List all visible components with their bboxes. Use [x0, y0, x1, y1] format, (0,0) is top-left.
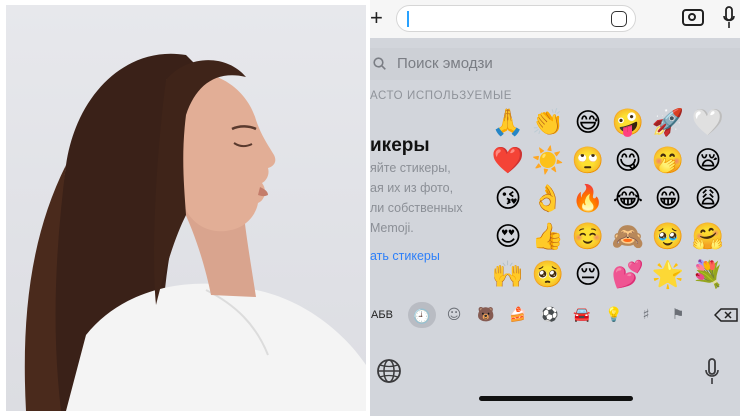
emoji-key[interactable]: 😪 [688, 142, 728, 180]
bulb-icon[interactable]: 💡 [600, 300, 628, 330]
message-bar: + [370, 0, 740, 38]
emoji-key[interactable]: 🤪 [608, 104, 648, 142]
globe-icon[interactable] [376, 358, 402, 384]
emoji-search[interactable]: Поиск эмодзи [370, 48, 740, 80]
emoji-key[interactable]: 🚀 [648, 104, 688, 142]
bear-icon[interactable]: 🐻 [472, 300, 500, 330]
emoji-key[interactable]: 👌 [528, 180, 568, 218]
ball-icon[interactable]: ⚽ [536, 300, 564, 330]
search-icon [373, 57, 386, 70]
symbols-icon[interactable]: ♯ [632, 300, 660, 330]
emoji-grid: 🙏 👏 😅 🤪 🚀 🤍 ❤️ ☀️ 🙄 😋 🤭 😪 😘 👌 🔥 😂 😁 😩 😍 … [488, 104, 728, 292]
camera-icon[interactable] [682, 9, 704, 26]
emoji-key[interactable]: ☺️ [568, 218, 608, 256]
car-icon[interactable]: 🚘 [568, 300, 596, 330]
smiley-icon[interactable]: ☺ [440, 300, 468, 330]
sticker-icon[interactable] [611, 11, 627, 27]
emoji-key[interactable]: 🙄 [568, 142, 608, 180]
phone-screen: + Поиск эмодзи АСТО ИСПОЛЬЗУЕМЫЕ икеры я… [370, 0, 740, 416]
emoji-key[interactable]: 💐 [688, 256, 728, 294]
emoji-key[interactable]: 🤍 [688, 104, 728, 142]
dictation-microphone-icon[interactable] [705, 358, 719, 386]
stickers-description: яйте стикеры, ая их из фото, ли собствен… [370, 158, 474, 238]
stickers-desc-line: Memoji. [370, 221, 414, 235]
emoji-key[interactable]: 💕 [608, 256, 648, 294]
stickers-desc-line: ли собственных [370, 201, 463, 215]
emoji-key[interactable]: 😔 [568, 256, 608, 294]
search-placeholder: Поиск эмодзи [397, 55, 493, 72]
emoji-key[interactable]: 🙈 [608, 218, 648, 256]
plus-icon[interactable]: + [370, 6, 384, 30]
emoji-key[interactable]: 😍 [488, 218, 528, 256]
emoji-key[interactable]: 👏 [528, 104, 568, 142]
emoji-key[interactable]: 🥺 [528, 256, 568, 294]
stickers-desc-line: яйте стикеры, [370, 161, 451, 175]
emoji-key[interactable]: 🙏 [488, 104, 528, 142]
emoji-key[interactable]: 🤗 [688, 218, 728, 256]
stickers-desc-line: ая их из фото, [370, 181, 454, 195]
emoji-key[interactable]: 🤭 [648, 142, 688, 180]
section-label: АСТО ИСПОЛЬЗУЕМЫЕ [370, 90, 513, 102]
backspace-icon[interactable] [714, 308, 738, 322]
emoji-key[interactable]: 🔥 [568, 180, 608, 218]
emoji-key[interactable]: 😁 [648, 180, 688, 218]
message-input[interactable] [396, 5, 636, 32]
create-stickers-link[interactable]: ать стикеры [370, 249, 440, 263]
text-caret [407, 11, 409, 27]
emoji-key[interactable]: ☀️ [528, 142, 568, 180]
emoji-key[interactable]: 😂 [608, 180, 648, 218]
stickers-title: икеры [370, 135, 430, 156]
woman-profile-illustration [24, 53, 366, 411]
microphone-icon[interactable] [723, 6, 735, 30]
profile-photo [6, 5, 366, 411]
home-indicator[interactable] [479, 396, 633, 401]
emoji-key[interactable]: 😘 [488, 180, 528, 218]
flag-icon[interactable]: ⚑ [664, 300, 692, 330]
clock-icon[interactable]: 🕘 [408, 302, 436, 328]
emoji-category-bar: АБВ 🕘 ☺ 🐻 🍰 ⚽ 🚘 💡 ♯ ⚑ [370, 300, 740, 330]
keyboard-bottom-bar [370, 344, 740, 416]
abc-key[interactable]: АБВ [370, 300, 394, 330]
emoji-key[interactable]: 😋 [608, 142, 648, 180]
emoji-key[interactable]: 🌟 [648, 256, 688, 294]
emoji-key[interactable]: 😩 [688, 180, 728, 218]
cake-icon[interactable]: 🍰 [504, 300, 532, 330]
emoji-key[interactable]: 👍 [528, 218, 568, 256]
emoji-key[interactable]: ❤️ [488, 142, 528, 180]
emoji-key[interactable]: 🥹 [648, 218, 688, 256]
emoji-key[interactable]: 🙌 [488, 256, 528, 294]
emoji-key[interactable]: 😅 [568, 104, 608, 142]
